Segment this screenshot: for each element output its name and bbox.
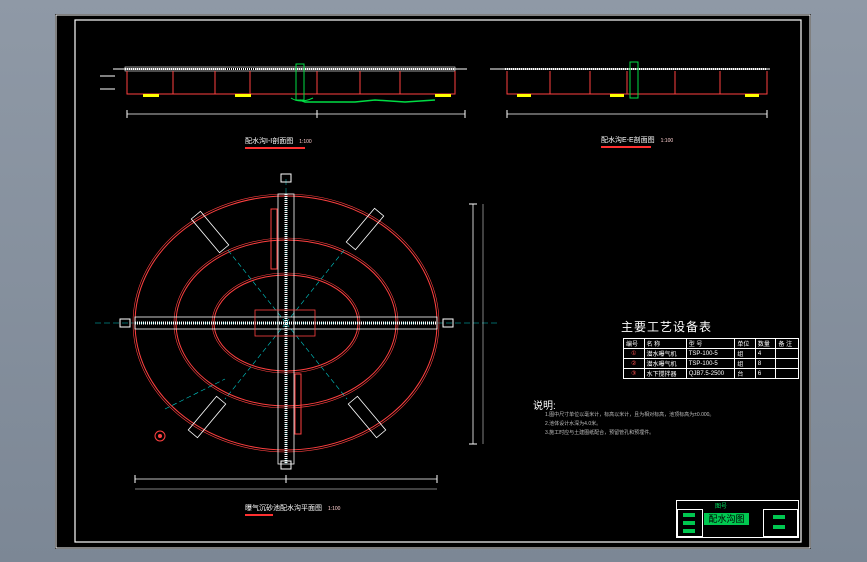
title-block-mark — [773, 515, 785, 519]
row-model: QJB7.5-2500 — [685, 368, 736, 379]
header-cell: 编号 — [623, 338, 645, 349]
plan-underline — [245, 514, 273, 516]
inner-frame — [74, 19, 802, 543]
row-qty: 6 — [754, 368, 777, 379]
plan-caption: 曝气沉砂池配水沟平面图 1:100 — [245, 503, 340, 513]
drawing-name: 配水沟图 — [704, 513, 749, 525]
row-unit: 组 — [734, 358, 756, 369]
section-2-title: 配水沟E-E剖面图 — [601, 137, 655, 144]
row-qty: 4 — [754, 348, 777, 359]
title-block-mark — [773, 525, 785, 529]
table-row: ① 潜水曝气机 TSP-100-5 组 4 — [623, 348, 799, 359]
title-block-cell — [763, 509, 798, 537]
plan-scale: 1:100 — [327, 506, 341, 512]
section-1-title: 配水沟I-I剖面图 — [245, 138, 294, 145]
row-remark — [775, 358, 799, 369]
row-name: 水下搅拌器 — [643, 368, 687, 379]
equipment-table-title: 主要工艺设备表 — [621, 320, 713, 334]
section-2-caption: 配水沟E-E剖面图 1:100 — [601, 135, 673, 145]
cad-drawing — [55, 14, 811, 549]
row-remark — [775, 348, 799, 359]
row-remark — [775, 368, 799, 379]
row-unit: 台 — [734, 368, 756, 379]
note-line: 1.图中尺寸单位以毫米计，标高以米计，且为相对标高，池顶标高为±0.000。 — [545, 412, 715, 418]
plan-title: 曝气沉砂池配水沟平面图 — [245, 505, 322, 512]
row-model: TSP-100-5 — [685, 358, 736, 369]
title-block: 图号 配水沟图 — [676, 500, 799, 538]
note-line: 2.池体设计水深为4.0米。 — [545, 421, 602, 427]
row-name: 潜水曝气机 — [643, 348, 687, 359]
section-1-caption: 配水沟I-I剖面图 1:100 — [245, 136, 312, 146]
row-name: 潜水曝气机 — [643, 358, 687, 369]
row-number: ① — [623, 348, 645, 359]
row-unit: 组 — [734, 348, 756, 359]
note-line: 3.施工时应与土建图纸配合，预留管孔和预埋件。 — [545, 430, 655, 436]
title-block-mark — [683, 529, 695, 533]
title-block-mark — [683, 513, 695, 517]
row-model: TSP-100-5 — [685, 348, 736, 359]
header-cell: 名 称 — [643, 338, 687, 349]
equipment-table: 编号 名 称 型 号 单位 数量 备 注 ① 潜水曝气机 TSP-100-5 组… — [623, 338, 799, 379]
section-2-drawing — [490, 61, 770, 118]
table-row: ② 潜水曝气机 TSP-100-5 组 8 — [623, 358, 799, 369]
header-cell: 单位 — [734, 338, 756, 349]
header-cell: 数量 — [754, 338, 777, 349]
section-2-underline — [601, 146, 651, 148]
table-row: ③ 水下搅拌器 QJB7.5-2500 台 6 — [623, 368, 799, 379]
drawing-sheet: 配水沟I-I剖面图 1:100 配水沟E-E剖面图 1:100 曝气沉砂池配水沟… — [55, 14, 811, 549]
row-qty: 8 — [754, 358, 777, 369]
row-number: ③ — [623, 368, 645, 379]
section-1-scale: 1:100 — [299, 139, 312, 145]
title-block-mark — [683, 521, 695, 525]
plan-view-drawing — [95, 173, 497, 490]
equipment-table-header: 编号 名 称 型 号 单位 数量 备 注 — [623, 338, 799, 349]
section-2-scale: 1:100 — [660, 138, 674, 144]
row-number: ② — [623, 358, 645, 369]
section-1-underline — [245, 147, 305, 149]
header-cell: 备 注 — [775, 338, 799, 349]
section-1-drawing — [100, 63, 467, 118]
title-block-label: 图号 — [715, 503, 728, 510]
header-cell: 型 号 — [685, 338, 736, 349]
notes-heading: 说明: — [533, 401, 556, 412]
outer-frame — [55, 14, 811, 549]
